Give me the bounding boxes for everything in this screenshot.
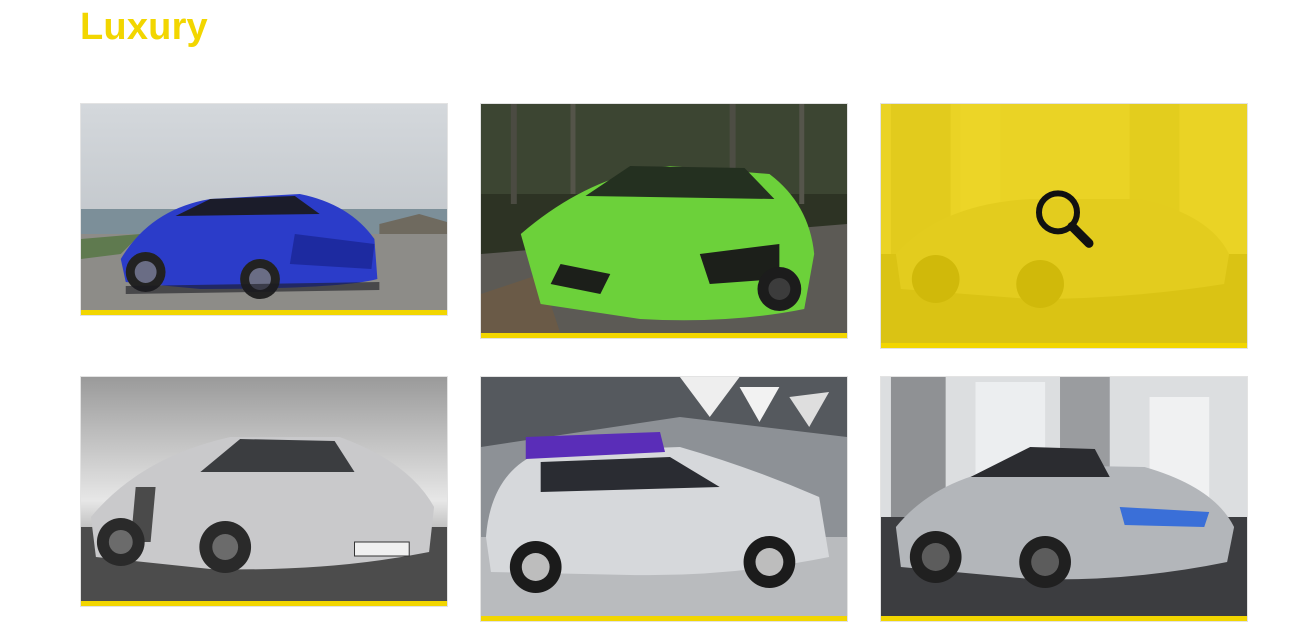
gallery-item[interactable] bbox=[880, 376, 1248, 622]
gallery-item[interactable] bbox=[880, 103, 1248, 349]
gallery-item[interactable] bbox=[80, 376, 448, 607]
section-title: Luxury bbox=[80, 6, 208, 48]
card-accent-bar bbox=[81, 310, 447, 315]
magnifier-icon[interactable] bbox=[1032, 186, 1096, 250]
gallery-page: Luxury bbox=[0, 0, 1309, 630]
gallery-item[interactable] bbox=[480, 376, 848, 622]
gallery-item[interactable] bbox=[80, 103, 448, 316]
card-accent-bar bbox=[81, 601, 447, 606]
gallery-item[interactable] bbox=[480, 103, 848, 339]
car-photo bbox=[881, 377, 1247, 617]
card-accent-bar bbox=[881, 343, 1247, 348]
car-photo bbox=[81, 377, 447, 602]
car-photo bbox=[481, 377, 847, 617]
card-accent-bar bbox=[481, 616, 847, 621]
card-accent-bar bbox=[481, 333, 847, 338]
car-photo bbox=[481, 104, 847, 334]
car-photo bbox=[81, 104, 447, 311]
card-accent-bar bbox=[881, 616, 1247, 621]
